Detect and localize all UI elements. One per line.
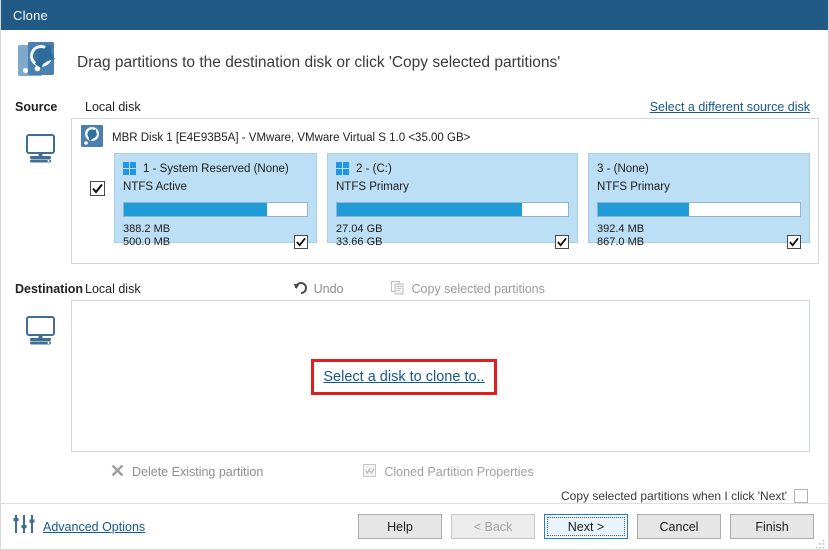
partition-subtitle: NTFS Primary — [336, 181, 569, 193]
partition-sizes: 392.4 MB 867.0 MB — [597, 223, 644, 249]
banner-text: Drag partitions to the destination disk … — [77, 54, 560, 72]
finish-button[interactable]: Finish — [730, 514, 814, 539]
undo-button[interactable]: Undo — [293, 281, 344, 297]
partition-title: 2 - (C:) — [356, 163, 392, 175]
partition-title: 1 - System Reserved (None) — [143, 163, 289, 175]
cancel-button[interactable]: Cancel — [637, 514, 721, 539]
copy-on-next-checkbox[interactable] — [794, 489, 808, 503]
partition-list: 1 - System Reserved (None) NTFS Active 3… — [114, 153, 810, 243]
window-title: Clone — [13, 8, 48, 23]
computer-icon — [11, 118, 71, 164]
partition-checkbox[interactable] — [294, 235, 308, 249]
destination-label: Destination — [15, 282, 77, 296]
windows-logo-icon — [123, 162, 136, 175]
partition-sizes: 388.2 MB 500.0 MB — [123, 223, 170, 249]
footer-bar: Advanced Options Help < Back Next > Canc… — [1, 503, 828, 549]
delete-existing-partition-button[interactable]: Delete Existing partition — [111, 464, 263, 480]
undo-label: Undo — [314, 282, 344, 296]
next-button[interactable]: Next > — [544, 514, 628, 539]
delete-existing-partition-label: Delete Existing partition — [132, 465, 263, 479]
copy-on-next-row: Copy selected partitions when I click 'N… — [1, 489, 828, 503]
resize-grip[interactable] — [815, 536, 825, 546]
help-button[interactable]: Help — [358, 514, 442, 539]
partition-subtitle: NTFS Primary — [597, 181, 801, 193]
copy-selected-partitions-label: Copy selected partitions — [411, 282, 544, 296]
partition-footer: 388.2 MB 500.0 MB — [123, 223, 308, 249]
source-partitions-wrap: 1 - System Reserved (None) NTFS Active 3… — [80, 153, 810, 243]
source-disk-row: MBR Disk 1 [E4E93B5A] - VMware, VMware V… — [1, 118, 828, 264]
cloned-partition-properties-label: Cloned Partition Properties — [384, 465, 533, 479]
partition-used: 27.04 GB — [336, 223, 382, 236]
destination-disk-panel[interactable]: Select a disk to clone to.. — [71, 300, 810, 452]
source-disk-checkbox[interactable] — [90, 181, 105, 196]
partition-usage-bar — [123, 202, 308, 217]
partition-usage-bar — [597, 202, 801, 217]
partition-checkbox[interactable] — [787, 235, 801, 249]
sliders-icon — [13, 514, 35, 539]
partition-subtitle: NTFS Active — [123, 181, 308, 193]
windows-logo-icon — [336, 162, 349, 175]
destination-header-row: Destination Local disk Undo Copy selecte… — [1, 278, 828, 300]
back-button: < Back — [451, 514, 535, 539]
partition-footer: 27.04 GB 33.66 GB — [336, 223, 569, 249]
source-disk-checkbox-cell — [80, 153, 114, 196]
partition-title: 3 - (None) — [597, 163, 649, 175]
partition-title-row: 2 - (C:) — [336, 161, 569, 176]
source-label: Source — [15, 100, 77, 114]
advanced-options-link[interactable]: Advanced Options — [43, 520, 145, 534]
cloned-partition-properties-button[interactable]: Cloned Partition Properties — [363, 464, 533, 480]
disk-clone-icon — [17, 41, 63, 85]
hard-disk-icon — [80, 124, 104, 153]
destination-sublabel: Local disk — [85, 282, 141, 296]
partition-usage-bar — [336, 202, 569, 217]
source-header-row: Source Local disk Select a different sou… — [1, 96, 828, 118]
source-sublabel: Local disk — [85, 100, 141, 114]
partition-title-row: 1 - System Reserved (None) — [123, 161, 308, 176]
copy-icon — [391, 281, 405, 298]
source-disk-title: MBR Disk 1 [E4E93B5A] - VMware, VMware V… — [112, 132, 470, 144]
partition-total: 500.0 MB — [123, 236, 170, 249]
partition-total: 33.66 GB — [336, 236, 382, 249]
computer-icon — [11, 300, 71, 346]
partition-item[interactable]: 3 - (None) NTFS Primary 392.4 MB 867.0 M… — [588, 153, 810, 243]
partition-footer: 392.4 MB 867.0 MB — [597, 223, 801, 249]
partition-title-row: 3 - (None) — [597, 161, 801, 176]
copy-on-next-label: Copy selected partitions when I click 'N… — [561, 489, 787, 503]
clone-wizard-window: Clone Drag partitions to the destination… — [0, 0, 829, 550]
properties-checkbox-icon — [363, 464, 376, 480]
partition-item[interactable]: 2 - (C:) NTFS Primary 27.04 GB 33.66 GB — [327, 153, 578, 243]
copy-selected-partitions-button[interactable]: Copy selected partitions — [391, 281, 544, 298]
partition-used: 392.4 MB — [597, 223, 644, 236]
source-disk-header: MBR Disk 1 [E4E93B5A] - VMware, VMware V… — [80, 125, 810, 151]
banner: Drag partitions to the destination disk … — [1, 30, 828, 96]
partition-total: 867.0 MB — [597, 236, 644, 249]
window-titlebar: Clone — [1, 0, 828, 30]
undo-icon — [293, 281, 308, 297]
select-different-source-disk-link[interactable]: Select a different source disk — [650, 100, 810, 114]
select-disk-to-clone-to-link[interactable]: Select a disk to clone to.. — [323, 369, 484, 385]
select-disk-highlight: Select a disk to clone to.. — [311, 359, 497, 395]
source-disk-panel: MBR Disk 1 [E4E93B5A] - VMware, VMware V… — [71, 118, 819, 264]
partition-item[interactable]: 1 - System Reserved (None) NTFS Active 3… — [114, 153, 317, 243]
footer-buttons: Help < Back Next > Cancel Finish — [358, 514, 814, 539]
close-icon — [111, 464, 124, 480]
partition-checkbox[interactable] — [555, 235, 569, 249]
destination-tools-row: Delete Existing partition Cloned Partiti… — [1, 459, 828, 485]
partition-sizes: 27.04 GB 33.66 GB — [336, 223, 382, 249]
destination-disk-row: Select a disk to clone to.. — [1, 300, 828, 452]
advanced-options[interactable]: Advanced Options — [13, 514, 145, 539]
partition-used: 388.2 MB — [123, 223, 170, 236]
